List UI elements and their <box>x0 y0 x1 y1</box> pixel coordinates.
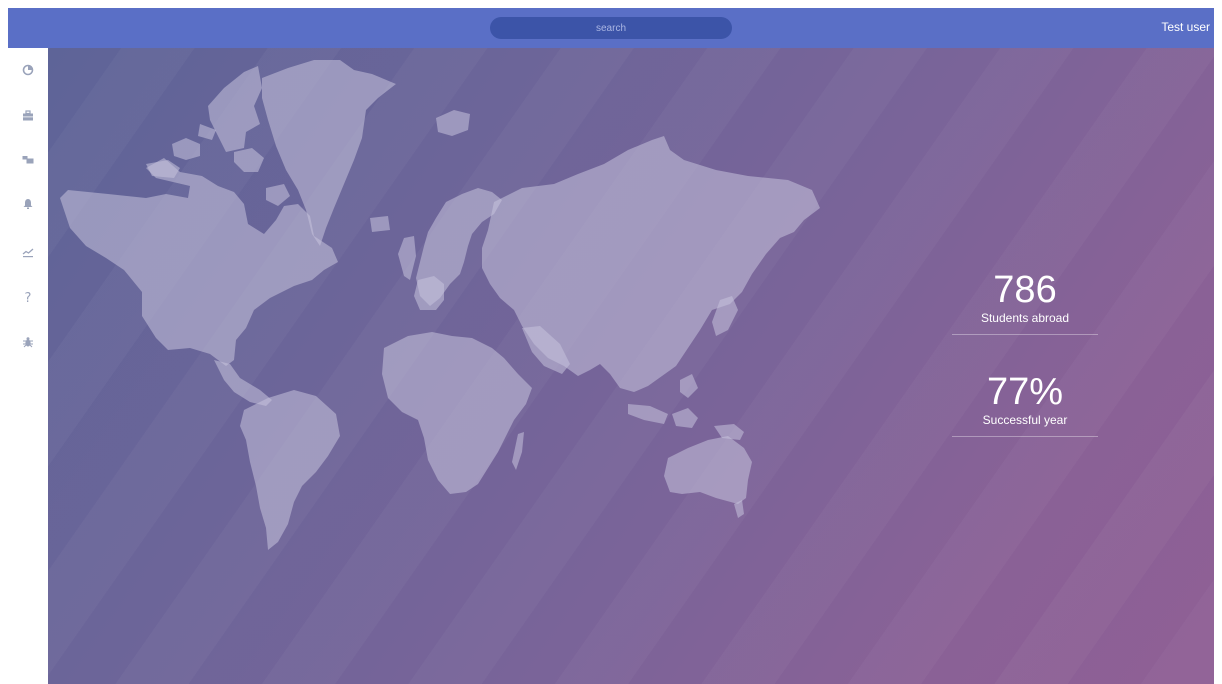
sidebar-item-statistics[interactable] <box>16 240 40 264</box>
sidebar-item-messages[interactable] <box>16 148 40 172</box>
arctic-island-shape <box>234 148 264 172</box>
top-bar: Test user <box>8 8 1214 48</box>
north-america-shape <box>60 158 338 366</box>
stat-label: Successful year <box>982 413 1068 427</box>
africa-shape <box>382 332 532 494</box>
indonesia-shape <box>628 404 668 424</box>
iberia-shape <box>414 276 444 310</box>
asia-shape <box>482 136 820 392</box>
sidebar: ? <box>8 48 48 684</box>
philippines-shape <box>680 374 698 398</box>
stat-successful-year: 77% Successful year <box>952 372 1098 437</box>
iceland-shape <box>436 110 470 136</box>
arctic-island-shape <box>172 138 200 160</box>
sidebar-item-notifications[interactable] <box>16 192 40 216</box>
arctic-island-shape <box>146 160 180 178</box>
arctic-island-shape <box>208 66 262 152</box>
chat-icon <box>22 156 34 164</box>
stat-value: 77% <box>986 371 1064 413</box>
stat-value: 786 <box>993 269 1057 311</box>
sidebar-item-jobs[interactable] <box>16 104 40 128</box>
main-panel: 786 Students abroad 77% Successful year <box>48 48 1214 684</box>
arctic-island-shape <box>266 184 290 206</box>
stat-label: Students abroad <box>980 311 1070 325</box>
search-input[interactable] <box>490 17 732 39</box>
island-shape <box>370 216 390 232</box>
bell-icon <box>23 199 33 209</box>
bug-icon <box>23 337 33 348</box>
indonesia-shape <box>672 408 698 428</box>
madagascar-shape <box>512 432 524 470</box>
south-america-shape <box>240 390 340 550</box>
stat-students-abroad: 786 Students abroad <box>952 270 1098 335</box>
island-shape <box>398 236 416 280</box>
world-map <box>60 60 820 550</box>
sidebar-item-dashboard[interactable] <box>16 58 40 82</box>
central-america-shape <box>214 360 272 406</box>
australia-shape <box>664 436 752 504</box>
question-icon: ? <box>24 290 32 306</box>
trend-chart-icon <box>22 248 34 258</box>
user-name[interactable]: Test user <box>1161 20 1210 34</box>
pie-chart-icon <box>22 64 34 76</box>
sidebar-item-bugs[interactable] <box>16 330 40 354</box>
briefcase-icon <box>23 110 33 121</box>
sidebar-item-help[interactable]: ? <box>16 286 40 310</box>
